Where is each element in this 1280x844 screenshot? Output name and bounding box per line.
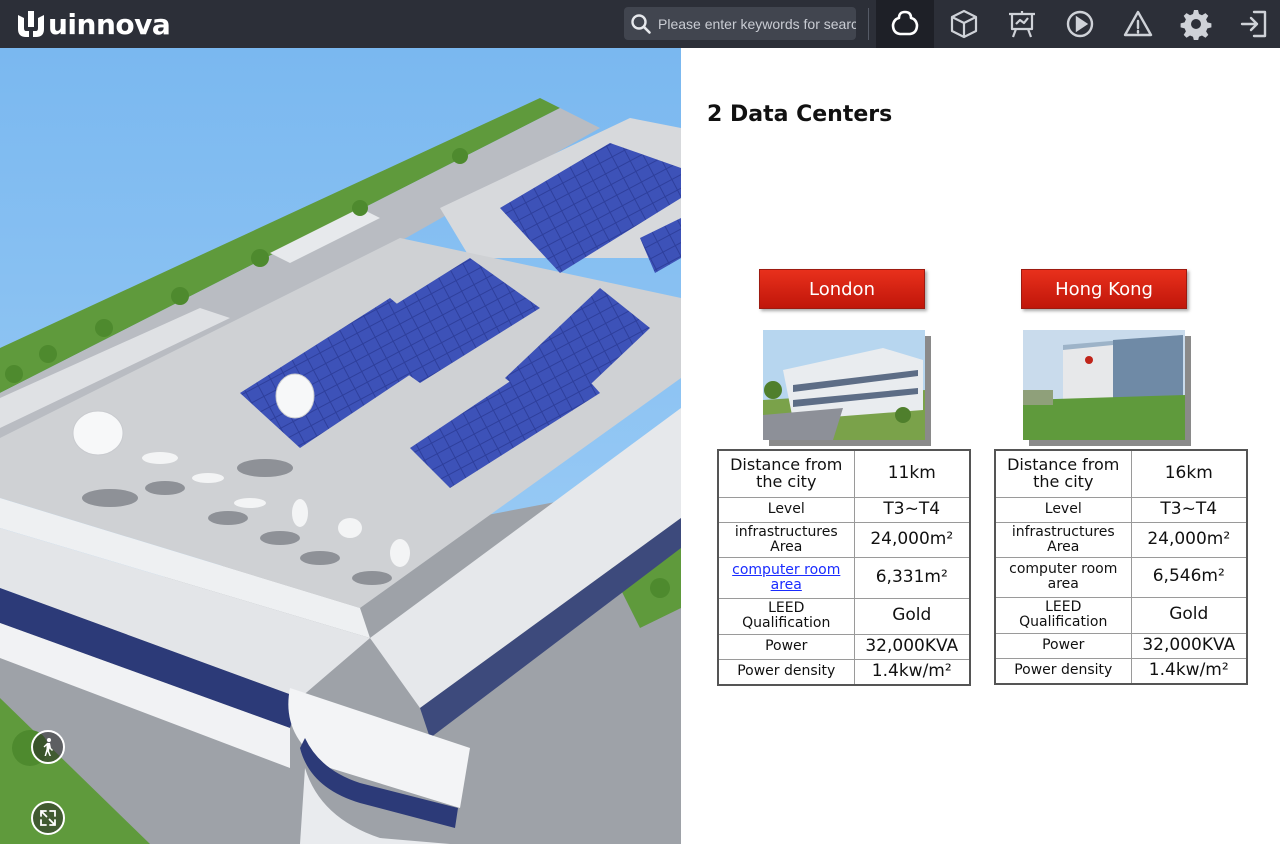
london-building-photo [763,330,925,440]
data-center-building-render [0,48,681,844]
table-row: LEED Qualification Gold [717,597,971,635]
table-row: computer room area 6,546m² [994,556,1248,598]
computer-room-area-link[interactable]: computer room area [732,562,840,593]
table-row: Distance from the city 16km [994,449,1248,498]
tool-network[interactable] [876,0,934,48]
fullscreen-button[interactable] [31,801,65,835]
top-bar: uinnova [0,0,1280,48]
toolbar-divider [868,8,869,40]
hong-kong-building-photo [1023,330,1185,440]
table-row: Level T3~T4 [717,496,971,523]
tool-3d[interactable] [935,0,993,48]
tool-presentation[interactable] [993,0,1051,48]
tool-play[interactable] [1051,0,1109,48]
tool-logout[interactable] [1225,0,1280,48]
gear-icon [1180,10,1212,40]
presentation-icon [1009,11,1035,38]
table-row: Power density 1.4kw/m² [717,658,971,686]
walk-mode-icon [43,738,53,756]
hong-kong-spec-table: Distance from the city 16km Level T3~T4 in… [994,449,1248,685]
warning-icon [1123,10,1153,37]
walk-mode-button[interactable] [31,730,65,764]
logo-mark-icon [18,11,44,37]
tool-settings[interactable] [1167,0,1225,48]
logo-text: uinnova [48,7,171,41]
table-row: Power 32,000KVA [994,632,1248,659]
table-row: Power density 1.4kw/m² [994,657,1248,685]
city-button-london[interactable]: London [759,269,925,309]
search-icon[interactable] [630,13,652,35]
play-icon [1066,10,1094,38]
logout-icon [1240,10,1267,38]
london-spec-table: Distance from the city 11km Level T3~T4 in… [717,449,971,686]
cube-icon [950,9,978,39]
search-input[interactable] [658,15,856,32]
table-row: Distance from the city 11km [717,449,971,498]
3d-scene-viewport[interactable] [0,48,681,844]
city-button-hong-kong[interactable]: Hong Kong [1021,269,1187,309]
table-row: Power 32,000KVA [717,633,971,660]
search-box [624,7,856,40]
table-row: computer room area 6,331m² [717,556,971,599]
panel-title: 2 Data Centers [707,102,893,127]
info-panel: 2 Data Centers London Distance from the … [681,48,1280,844]
table-row: infrastructures Area 24,000m² [717,521,971,558]
table-row: Level T3~T4 [994,496,1248,523]
network-icon [891,10,919,36]
table-row: LEED Qualification Gold [994,596,1248,634]
logo[interactable]: uinnova [14,6,171,42]
tool-alerts[interactable] [1109,0,1167,48]
table-row: infrastructures Area 24,000m² [994,521,1248,558]
fullscreen-icon [40,810,56,826]
